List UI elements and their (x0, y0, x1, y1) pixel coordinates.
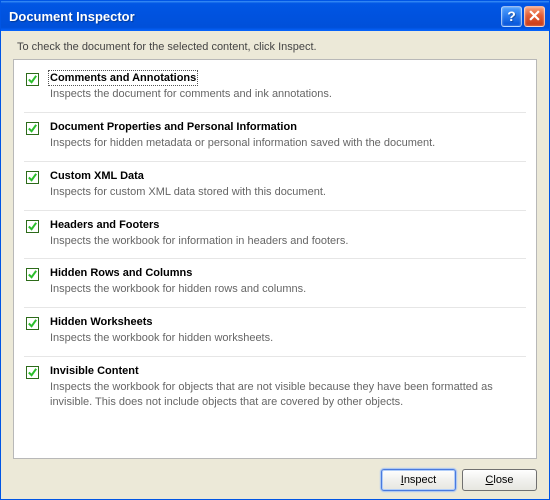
button-row: Inspect Close (13, 459, 537, 491)
checkbox-column (26, 170, 50, 200)
item-checkbox[interactable] (26, 220, 39, 233)
checkbox-column (26, 365, 50, 410)
checkbox-column (26, 219, 50, 249)
item-checkbox[interactable] (26, 73, 39, 86)
item-title[interactable]: Headers and Footers (50, 219, 526, 231)
item-checkbox[interactable] (26, 317, 39, 330)
item-checkbox[interactable] (26, 171, 39, 184)
item-text-column: Custom XML Data Inspects for custom XML d… (50, 170, 526, 200)
titlebar-buttons: ? (501, 6, 545, 27)
inspection-item: Comments and Annotations Inspects the doc… (24, 66, 526, 113)
item-description: Inspects the workbook for hidden workshe… (50, 331, 526, 346)
item-checkbox[interactable] (26, 268, 39, 281)
close-icon (529, 9, 540, 24)
inspection-item: Invisible Content Inspects the workbook f… (24, 359, 526, 420)
item-title[interactable]: Hidden Worksheets (50, 316, 526, 328)
checkmark-icon (27, 123, 38, 134)
item-title[interactable]: Invisible Content (50, 365, 526, 377)
close-button-label: Close (485, 474, 513, 486)
inspection-item: Hidden Rows and Columns Inspects the work… (24, 261, 526, 308)
help-button[interactable]: ? (501, 6, 522, 27)
item-description: Inspects the workbook for hidden rows an… (50, 282, 526, 297)
dialog-content: To check the document for the selected c… (1, 31, 549, 499)
item-description: Inspects the document for comments and i… (50, 87, 526, 102)
inspection-item: Headers and Footers Inspects the workbook… (24, 213, 526, 260)
checkbox-column (26, 121, 50, 151)
item-title[interactable]: Document Properties and Personal Informa… (50, 121, 526, 133)
item-description: Inspects the workbook for objects that a… (50, 380, 526, 410)
item-description: Inspects for custom XML data stored with… (50, 185, 526, 200)
checkmark-icon (27, 172, 38, 183)
item-text-column: Invisible Content Inspects the workbook f… (50, 365, 526, 410)
inspect-button[interactable]: Inspect (381, 469, 456, 491)
inspection-list[interactable]: Comments and Annotations Inspects the doc… (13, 59, 537, 459)
help-icon: ? (507, 8, 516, 24)
item-text-column: Hidden Rows and Columns Inspects the work… (50, 267, 526, 297)
item-checkbox[interactable] (26, 366, 39, 379)
item-text-column: Hidden Worksheets Inspects the workbook f… (50, 316, 526, 346)
item-title[interactable]: Hidden Rows and Columns (50, 267, 526, 279)
inspection-item: Hidden Worksheets Inspects the workbook f… (24, 310, 526, 357)
checkmark-icon (27, 269, 38, 280)
inspect-button-label: Inspect (401, 474, 436, 486)
item-title[interactable]: Comments and Annotations (50, 72, 196, 84)
checkmark-icon (27, 221, 38, 232)
checkmark-icon (27, 367, 38, 378)
close-button[interactable]: Close (462, 469, 537, 491)
inspection-item: Custom XML Data Inspects for custom XML d… (24, 164, 526, 211)
item-text-column: Headers and Footers Inspects the workbook… (50, 219, 526, 249)
item-text-column: Comments and Annotations Inspects the doc… (50, 72, 526, 102)
inspection-item: Document Properties and Personal Informa… (24, 115, 526, 162)
window-close-button[interactable] (524, 6, 545, 27)
instruction-text: To check the document for the selected c… (13, 41, 537, 53)
item-description: Inspects the workbook for information in… (50, 234, 526, 249)
item-checkbox[interactable] (26, 122, 39, 135)
checkmark-icon (27, 74, 38, 85)
titlebar: Document Inspector ? (1, 1, 549, 31)
checkbox-column (26, 267, 50, 297)
checkbox-column (26, 316, 50, 346)
item-text-column: Document Properties and Personal Informa… (50, 121, 526, 151)
checkmark-icon (27, 318, 38, 329)
item-description: Inspects for hidden metadata or personal… (50, 136, 526, 151)
document-inspector-dialog: Document Inspector ? To check the docume… (0, 0, 550, 500)
window-title: Document Inspector (9, 9, 501, 24)
checkbox-column (26, 72, 50, 102)
item-title[interactable]: Custom XML Data (50, 170, 526, 182)
